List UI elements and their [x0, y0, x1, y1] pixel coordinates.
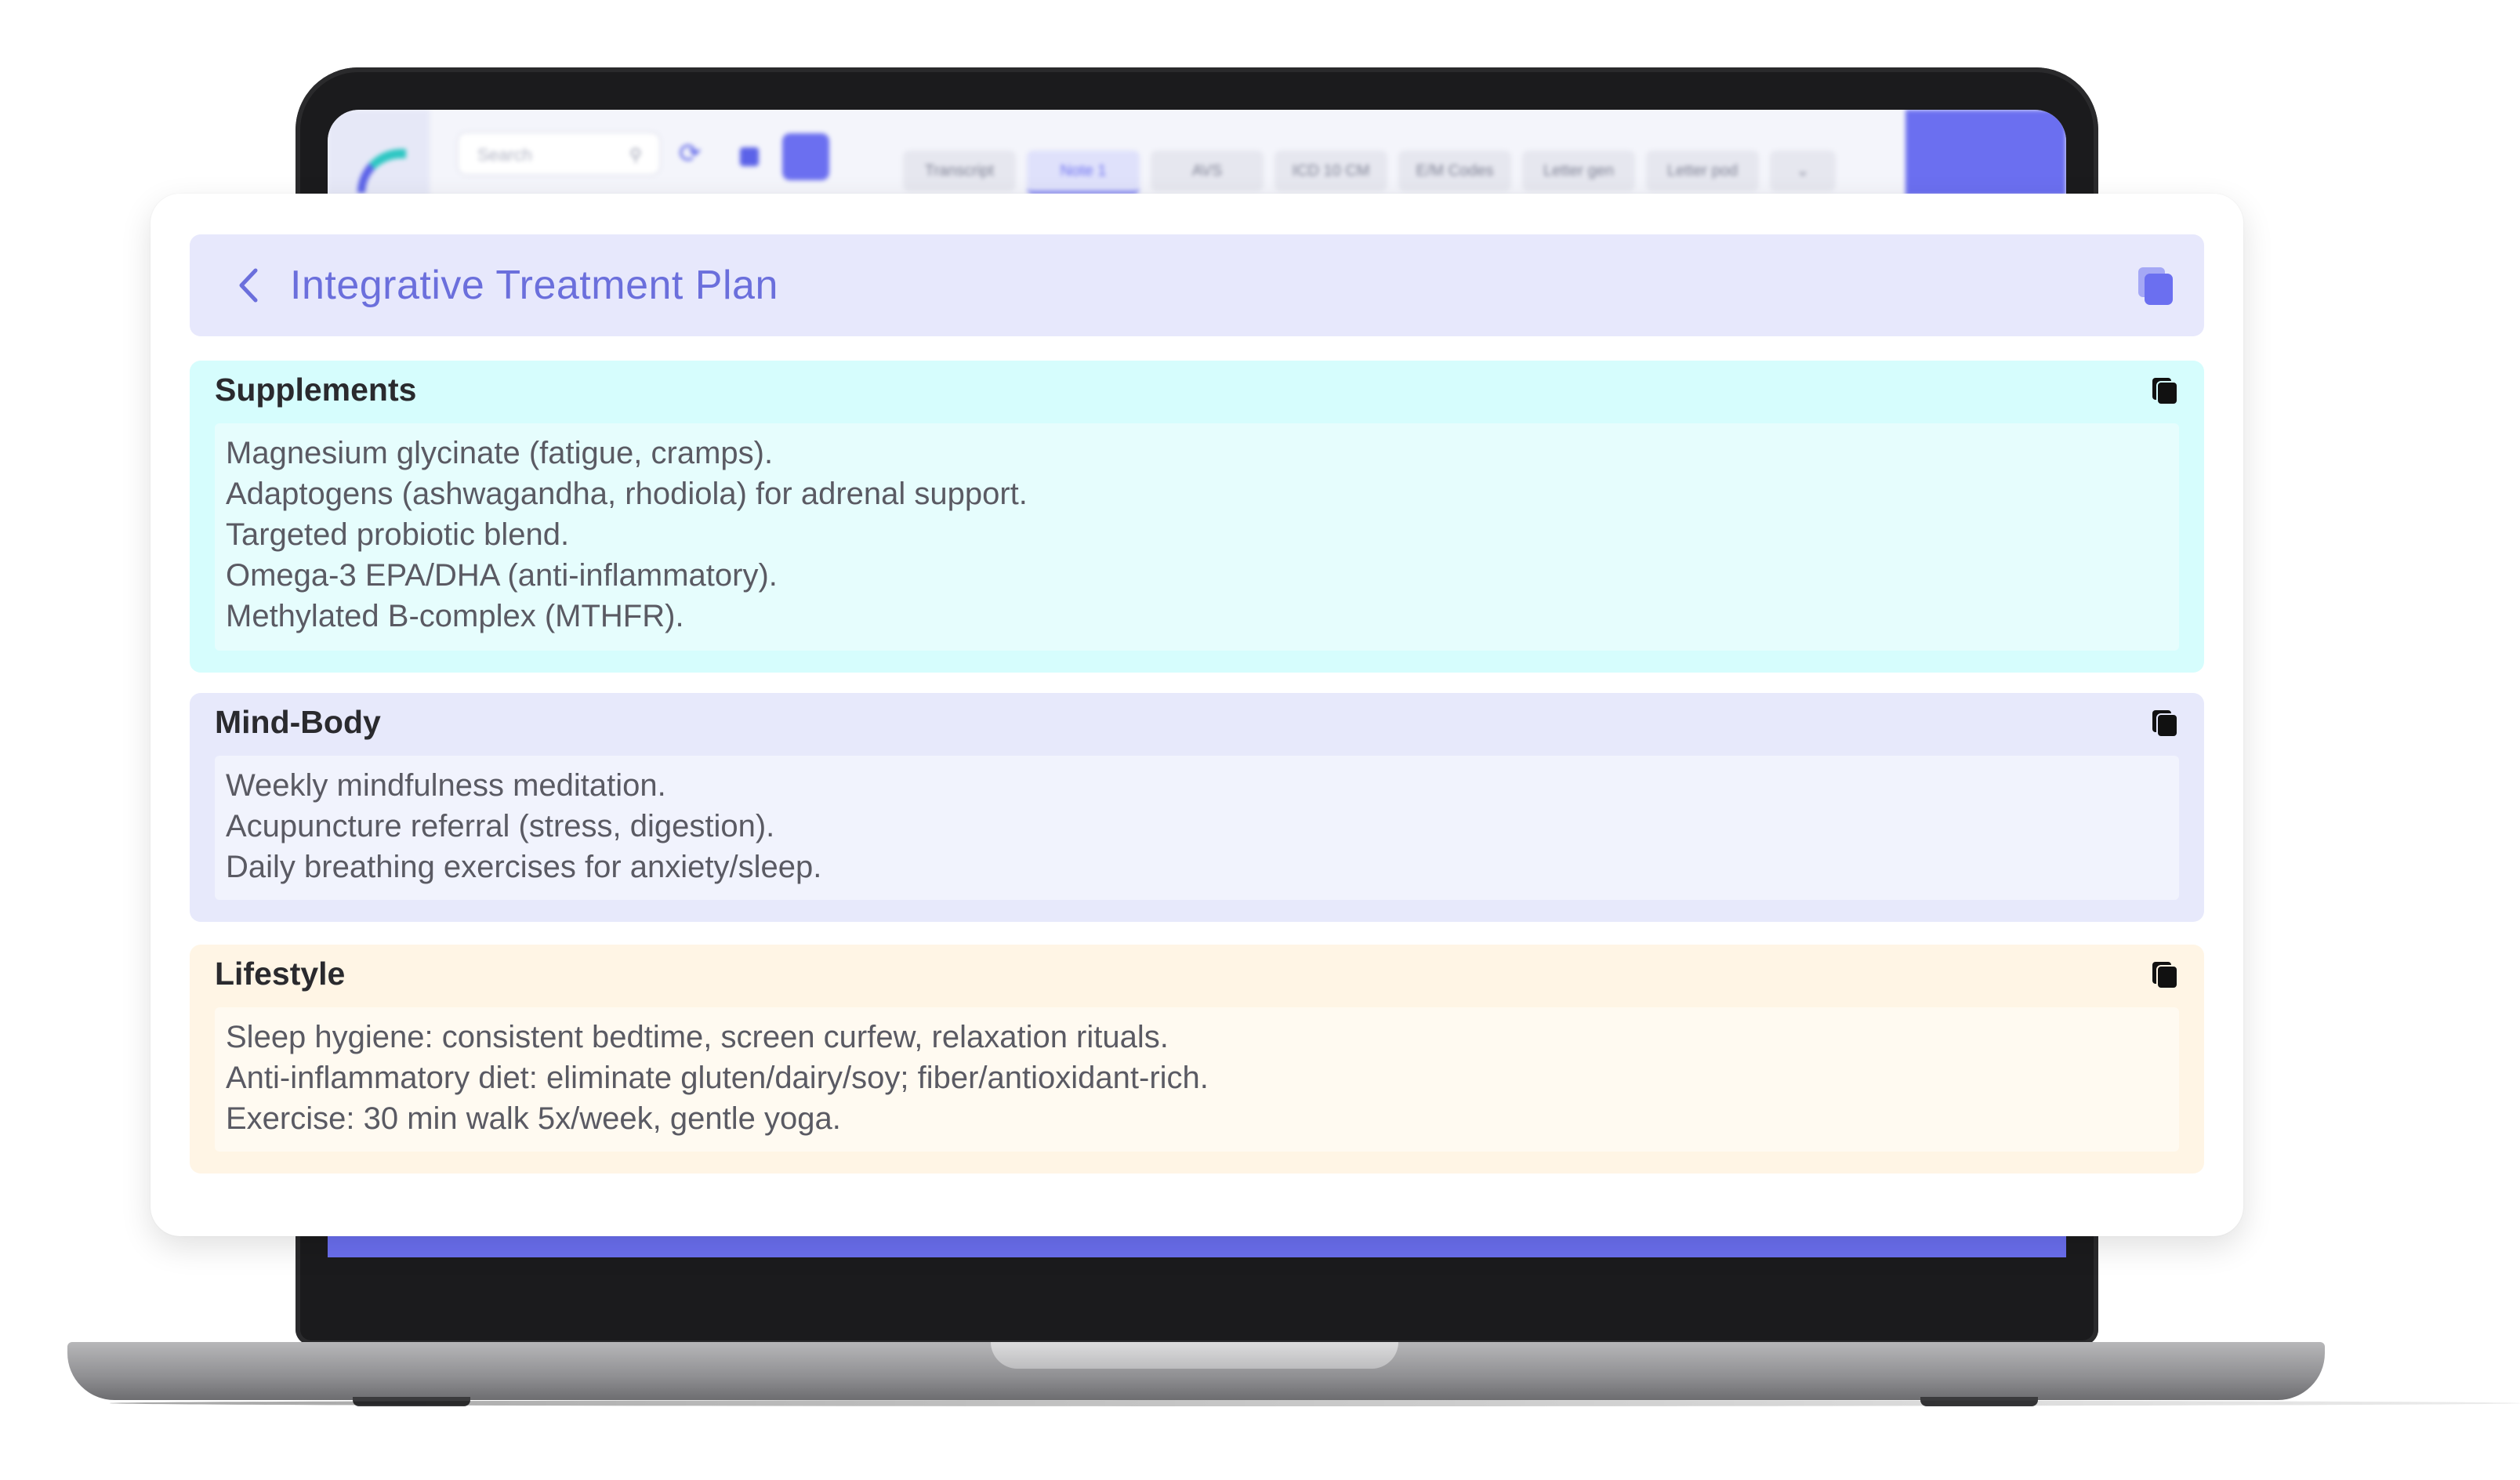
- list-item: Targeted probiotic blend.: [226, 517, 570, 552]
- search-placeholder: Search: [477, 145, 532, 165]
- back-chevron-left-icon[interactable]: [227, 264, 270, 307]
- section-body-lifestyle: Sleep hygiene: consistent bedtime, scree…: [215, 1007, 2179, 1152]
- section-lifestyle: Lifestyle Sleep hygiene: consistent bedt…: [190, 945, 2204, 1173]
- stage: Search ⚲ ⟳ Transcript Note 1 AVS ICD 10 …: [0, 0, 2520, 1480]
- app-tabs: Transcript Note 1 AVS ICD 10 CM E/M Code…: [903, 151, 1836, 194]
- card-header: Integrative Treatment Plan: [190, 234, 2204, 336]
- section-supplements: Supplements Magnesium glycinate (fatigue…: [190, 361, 2204, 673]
- tab-avs[interactable]: AVS: [1151, 151, 1264, 191]
- search-icon: ⚲: [629, 145, 642, 165]
- tab-letter-gen[interactable]: Letter gen: [1522, 151, 1635, 191]
- list-item: Daily breathing exercises for anxiety/sl…: [226, 850, 822, 884]
- list-item: Exercise: 30 min walk 5x/week, gentle yo…: [226, 1101, 841, 1136]
- section-body-mind-body: Weekly mindfulness meditation. Acupunctu…: [215, 756, 2179, 900]
- tab-em-codes[interactable]: E/M Codes: [1398, 151, 1511, 191]
- document-icon[interactable]: [782, 133, 829, 180]
- list-item: Adaptogens (ashwagandha, rhodiola) for a…: [226, 477, 1028, 511]
- section-title-mind-body: Mind-Body: [215, 704, 381, 740]
- section-title-supplements: Supplements: [215, 372, 417, 408]
- list-item: Sleep hygiene: consistent bedtime, scree…: [226, 1020, 1169, 1054]
- app-logo: [328, 110, 430, 196]
- laptop-notch: [991, 1342, 1398, 1369]
- app-toolbar: Search ⚲ ⟳ Transcript Note 1 AVS ICD 10 …: [328, 110, 2066, 196]
- refresh-icon[interactable]: ⟳: [679, 138, 702, 169]
- list-item: Weekly mindfulness meditation.: [226, 768, 666, 803]
- tab-icd-10-cm[interactable]: ICD 10 CM: [1275, 151, 1387, 191]
- section-title-lifestyle: Lifestyle: [215, 956, 346, 992]
- square-icon[interactable]: [740, 147, 759, 166]
- treatment-plan-card: Integrative Treatment Plan Supplements M…: [150, 194, 2243, 1236]
- section-mind-body: Mind-Body Weekly mindfulness meditation.…: [190, 693, 2204, 922]
- section-body-supplements: Magnesium glycinate (fatigue, cramps). A…: [215, 423, 2179, 651]
- list-item: Magnesium glycinate (fatigue, cramps).: [226, 436, 774, 470]
- copy-lifestyle-copy-icon[interactable]: [2151, 960, 2179, 990]
- list-item: Anti-inflammatory diet: eliminate gluten…: [226, 1061, 1209, 1095]
- copy-supplements-copy-icon[interactable]: [2151, 376, 2179, 406]
- tab-overflow-chevron-down-icon[interactable]: ⌄: [1770, 151, 1836, 191]
- tab-letter-pod[interactable]: Letter pod: [1646, 151, 1759, 191]
- page-title: Integrative Treatment Plan: [290, 263, 778, 308]
- list-item: Omega-3 EPA/DHA (anti-inflammatory).: [226, 558, 778, 593]
- copy-all-copy-icon[interactable]: [2135, 266, 2176, 307]
- tab-note-1[interactable]: Note 1: [1027, 151, 1140, 194]
- search-input[interactable]: Search ⚲: [457, 132, 661, 176]
- app-toolbar-accent: [1905, 110, 2066, 196]
- tab-transcript[interactable]: Transcript: [903, 151, 1016, 191]
- laptop-shadow: [110, 1400, 2520, 1406]
- list-item: Acupuncture referral (stress, digestion)…: [226, 809, 775, 843]
- copy-mind-body-copy-icon[interactable]: [2151, 709, 2179, 738]
- list-item: Methylated B-complex (MTHFR).: [226, 599, 684, 633]
